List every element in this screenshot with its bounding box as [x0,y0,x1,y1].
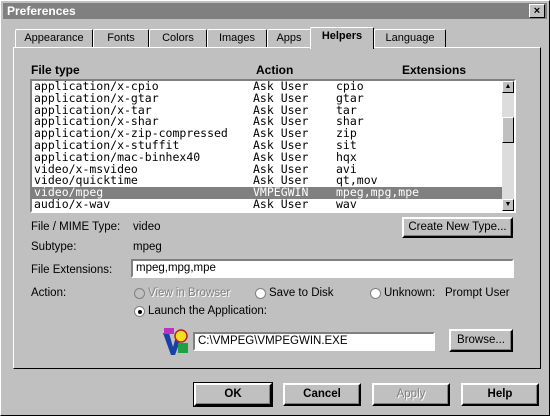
scroll-thumb[interactable] [502,117,514,143]
file-type-list[interactable]: application/x-cpio Ask User cpio applicatio… [30,79,516,213]
file-extensions-input[interactable]: mpeg,mpg,mpe [131,259,514,278]
tab-colors[interactable]: Colors [149,29,207,48]
mime-type-value: video [133,221,161,233]
cancel-button[interactable]: Cancel [283,383,361,406]
tab-language[interactable]: Language [374,29,446,48]
apply-button[interactable]: Apply [372,383,450,406]
view-in-browser-radio[interactable] [134,288,145,299]
launch-application-radio[interactable] [134,306,145,317]
file-type-list-rows: application/x-cpio Ask User cpio applicatio… [32,81,504,211]
tab-label: Language [385,32,435,44]
launch-application-label: Launch the Application: [148,305,267,317]
mime-type-label: File / MIME Type: [31,221,121,233]
tab-label: Colors [162,32,194,44]
save-to-disk-radio[interactable] [255,288,266,299]
tab-apps[interactable]: Apps [267,29,311,48]
title-bar: Preferences × [3,3,547,19]
column-header-file-type: File type [31,63,80,77]
tab-fonts[interactable]: Fonts [93,29,149,48]
tab-label: Images [218,32,256,44]
file-extensions-label: File Extensions: [31,264,113,276]
application-path-input[interactable]: C:\VMPEG\VMPEGWIN.EXE [193,332,435,351]
tab-appearance[interactable]: Appearance [15,29,93,48]
list-cell-action: Ask User [253,197,309,211]
tab-label: Apps [276,32,302,44]
save-to-disk-label: Save to Disk [269,287,334,299]
subtype-label: Subtype: [31,241,77,253]
tab-label: Helpers [321,30,363,42]
create-new-type-button[interactable]: Create New Type... [402,217,513,238]
prompt-user-label: Prompt User [445,287,510,299]
browse-button[interactable]: Browse... [449,329,513,352]
help-button[interactable]: Help [461,383,539,406]
unknown-label: Unknown: [384,287,436,299]
column-header-extensions: Extensions [402,63,467,77]
list-cell-ext: wav [336,197,357,211]
tab-bar: Appearance Fonts Colors Images Apps Help… [13,27,543,49]
vmpeg-app-icon [163,328,188,355]
close-icon[interactable]: × [529,4,545,18]
view-in-browser-label: View in Browser [148,287,231,299]
column-header-action: Action [256,63,294,77]
window-title: Preferences [7,4,76,18]
preferences-window: Preferences × Appearance Fonts Colors Im… [0,0,550,416]
list-scrollbar[interactable]: ▲ ▼ [502,81,514,211]
scroll-up-icon[interactable]: ▲ [502,81,514,93]
list-item[interactable]: audio/x-wav Ask User wav [32,197,504,211]
ok-button[interactable]: OK [193,382,273,407]
tab-label: Fonts [107,32,135,44]
tab-label: Appearance [24,32,84,44]
tab-images[interactable]: Images [207,29,267,48]
scroll-down-icon[interactable]: ▼ [502,199,514,211]
subtype-value: mpeg [133,241,162,253]
list-cell-type: audio/x-wav [34,197,111,211]
unknown-radio[interactable] [370,288,381,299]
tab-helpers[interactable]: Helpers [310,27,374,49]
action-label: Action: [31,287,67,299]
